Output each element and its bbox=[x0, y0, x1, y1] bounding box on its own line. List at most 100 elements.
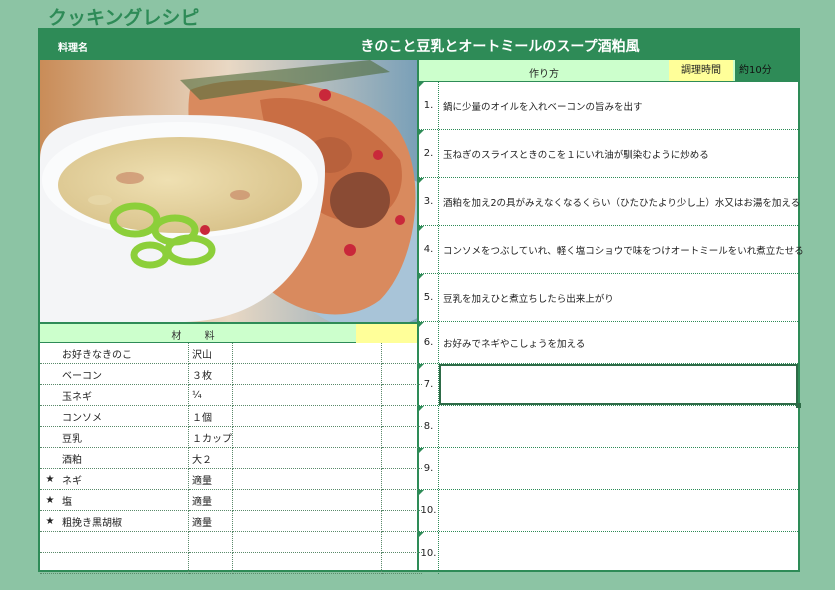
recipe-name[interactable]: きのこと豆乳とオートミールのスープ酒粕風 bbox=[200, 36, 800, 56]
step-number: 8. bbox=[419, 406, 439, 447]
ingredient-memo[interactable] bbox=[232, 531, 382, 553]
ingredient-memo[interactable] bbox=[232, 489, 382, 511]
ingredient-name[interactable]: ネギ bbox=[60, 468, 189, 490]
ingredient-extra[interactable] bbox=[381, 552, 422, 574]
app-title: クッキングレシピ bbox=[48, 7, 200, 29]
ingredient-star: ★ bbox=[40, 468, 60, 490]
ingredient-extra[interactable] bbox=[381, 363, 422, 385]
ingredients-header-cell[interactable] bbox=[356, 324, 417, 343]
ingredient-name[interactable]: 塩 bbox=[60, 489, 189, 511]
ingredient-qty[interactable]: 適量 bbox=[188, 489, 233, 511]
ingredient-memo[interactable] bbox=[232, 426, 382, 448]
step-text[interactable]: 豆乳を加えひと煮立ちしたら出来上がり bbox=[443, 274, 614, 321]
ingredient-name[interactable]: コンソメ bbox=[60, 405, 189, 427]
ingredient-name[interactable]: 玉ネギ bbox=[60, 384, 189, 406]
step-row[interactable]: 10. bbox=[419, 490, 798, 532]
recipe-sheet: 料理名 きのこと豆乳とオートミールのスープ酒粕風 材 料 お好きなきのこ 沢山 … bbox=[38, 28, 804, 574]
ingredient-qty[interactable]: 適量 bbox=[188, 468, 233, 490]
ingredient-memo[interactable] bbox=[232, 447, 382, 469]
step-number: 3. bbox=[419, 178, 439, 225]
ingredient-memo[interactable] bbox=[232, 384, 382, 406]
ingredient-name[interactable] bbox=[60, 552, 189, 574]
table-row[interactable] bbox=[40, 552, 422, 574]
method-steps: 1. 鍋に少量のオイルを入れベーコンの旨みを出す 2. 玉ねぎのスライスときのこを１… bbox=[419, 82, 804, 574]
step-number: 10. bbox=[419, 490, 439, 531]
ingredient-memo[interactable] bbox=[232, 552, 382, 574]
ingredient-extra[interactable] bbox=[381, 489, 422, 511]
ingredient-memo[interactable] bbox=[232, 468, 382, 490]
step-row[interactable]: 1. 鍋に少量のオイルを入れベーコンの旨みを出す bbox=[419, 82, 798, 130]
ingredient-qty[interactable] bbox=[188, 531, 233, 553]
ingredient-memo[interactable] bbox=[232, 510, 382, 532]
ingredient-memo[interactable] bbox=[232, 363, 382, 385]
ingredient-name[interactable]: お好きなきのこ bbox=[60, 343, 189, 364]
ingredient-star bbox=[40, 384, 60, 406]
step-row-selected[interactable]: 7. bbox=[419, 364, 801, 408]
ingredient-qty[interactable]: １個 bbox=[188, 405, 233, 427]
ingredients-table: お好きなきのこ 沢山 ベーコン ３枚 玉ネギ ¼ コンソメ １個 豆乳 １カップ 酒粕 大２… bbox=[40, 343, 422, 574]
ingredient-name[interactable]: 豆乳 bbox=[60, 426, 189, 448]
cooking-time-value[interactable]: 約10分 bbox=[735, 60, 798, 81]
step-text[interactable]: 酒粕を加え2の具がみえなくなるくらい（ひたひたより少し上）水又はお湯を加える bbox=[443, 178, 800, 225]
ingredient-qty[interactable]: ３枚 bbox=[188, 363, 233, 385]
step-row[interactable]: 4. コンソメをつぶしていれ、軽く塩コショウで味をつけオートミールをいれ煮立たせる bbox=[419, 226, 804, 274]
table-row[interactable]: ★ 粗挽き黒胡椒 適量 bbox=[40, 510, 422, 532]
ingredient-name[interactable] bbox=[60, 531, 189, 553]
ingredient-qty[interactable]: 適量 bbox=[188, 510, 233, 532]
ingredient-memo[interactable] bbox=[232, 343, 382, 364]
step-row[interactable]: 5. 豆乳を加えひと煮立ちしたら出来上がり bbox=[419, 274, 798, 322]
ingredient-extra[interactable] bbox=[381, 384, 422, 406]
table-row[interactable]: 酒粕 大２ bbox=[40, 447, 422, 469]
table-row[interactable]: ★ 塩適量 bbox=[40, 489, 422, 511]
step-number: 7. bbox=[419, 364, 439, 405]
step-text[interactable]: 玉ねぎのスライスときのこを１にいれ油が馴染むように炒める bbox=[443, 130, 709, 177]
step-text[interactable]: コンソメをつぶしていれ、軽く塩コショウで味をつけオートミールをいれ煮立たせる bbox=[443, 226, 804, 273]
table-row[interactable]: お好きなきのこ 沢山 bbox=[40, 343, 422, 364]
step-row[interactable]: 10. bbox=[419, 532, 798, 574]
ingredient-star bbox=[40, 531, 60, 553]
ingredient-name[interactable]: 酒粕 bbox=[60, 447, 189, 469]
ingredient-qty[interactable] bbox=[188, 552, 233, 574]
step-row[interactable]: 8. bbox=[419, 406, 798, 448]
step-row[interactable]: 6. お好みでネギやこしょうを加える bbox=[419, 322, 798, 364]
step-text[interactable] bbox=[439, 364, 798, 405]
ingredient-qty[interactable]: １カップ bbox=[188, 426, 233, 448]
ingredient-extra[interactable] bbox=[381, 447, 422, 469]
ingredient-qty[interactable]: 沢山 bbox=[188, 343, 233, 364]
ingredient-extra[interactable] bbox=[381, 531, 422, 553]
table-row[interactable]: コンソメ １個 bbox=[40, 405, 422, 427]
ingredient-name[interactable]: ベーコン bbox=[60, 363, 189, 385]
method-header-label: 作り方 bbox=[529, 69, 559, 80]
table-row[interactable]: ベーコン ３枚 bbox=[40, 363, 422, 385]
ingredient-star bbox=[40, 426, 60, 448]
table-row[interactable]: ★ ネギ 適量 bbox=[40, 468, 422, 490]
ingredient-extra[interactable] bbox=[381, 426, 422, 448]
recipe-photo[interactable] bbox=[40, 60, 417, 322]
ingredient-name[interactable]: 粗挽き黒胡椒 bbox=[60, 510, 189, 532]
step-text[interactable]: お好みでネギやこしょうを加える bbox=[443, 322, 585, 363]
table-row[interactable]: 豆乳 １カップ bbox=[40, 426, 422, 448]
ingredient-extra[interactable] bbox=[381, 510, 422, 532]
soup-photo-image bbox=[40, 60, 417, 322]
ingredient-memo[interactable] bbox=[232, 405, 382, 427]
cooking-time-label: 調理時間 bbox=[669, 60, 733, 81]
table-row[interactable]: 玉ネギ ¼ bbox=[40, 384, 422, 406]
recipe-header: 料理名 きのこと豆乳とオートミールのスープ酒粕風 bbox=[40, 30, 798, 60]
ingredient-extra[interactable] bbox=[381, 468, 422, 490]
ingredient-star bbox=[40, 343, 60, 364]
step-row[interactable]: 2. 玉ねぎのスライスときのこを１にいれ油が馴染むように炒める bbox=[419, 130, 798, 178]
ingredient-qty[interactable]: 大２ bbox=[188, 447, 233, 469]
ingredients-header: 材 料 bbox=[40, 322, 417, 343]
recipe-name-label: 料理名 bbox=[58, 43, 88, 54]
ingredient-extra[interactable] bbox=[381, 405, 422, 427]
step-row[interactable]: 9. bbox=[419, 448, 798, 490]
table-row[interactable] bbox=[40, 531, 422, 553]
step-number: 4. bbox=[419, 226, 439, 273]
step-row[interactable]: 3. 酒粕を加え2の具がみえなくなるくらい（ひたひたより少し上）水又はお湯を加える bbox=[419, 178, 800, 226]
ingredient-star bbox=[40, 363, 60, 385]
step-number: 5. bbox=[419, 274, 439, 321]
ingredient-qty[interactable]: ¼ bbox=[188, 384, 233, 406]
step-text[interactable]: 鍋に少量のオイルを入れベーコンの旨みを出す bbox=[443, 82, 643, 129]
ingredient-extra[interactable] bbox=[381, 343, 422, 364]
method-header: 作り方 調理時間 約10分 bbox=[419, 60, 798, 82]
